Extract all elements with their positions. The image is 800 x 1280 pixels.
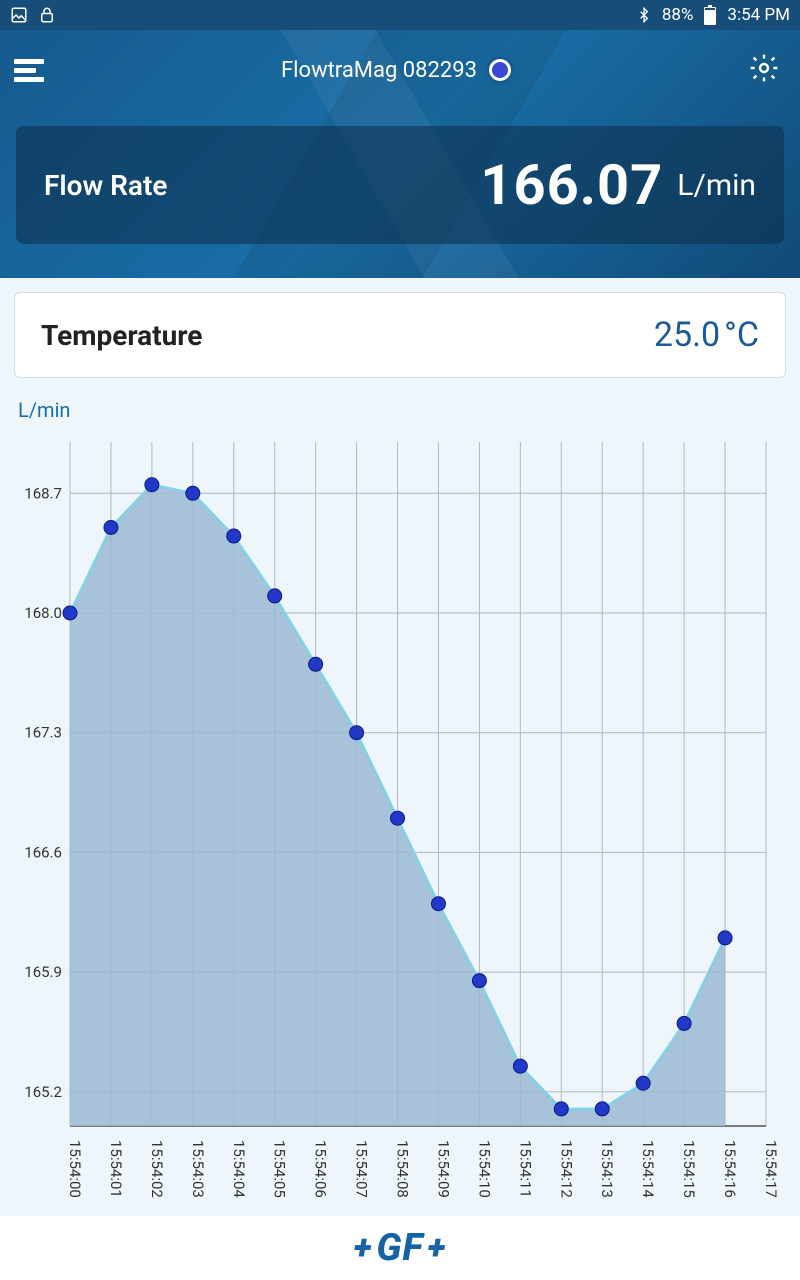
flow-rate-label: Flow Rate bbox=[44, 169, 167, 202]
svg-text:168.7: 168.7 bbox=[24, 484, 62, 502]
battery-icon bbox=[703, 5, 717, 25]
svg-text:166.6: 166.6 bbox=[24, 843, 62, 861]
settings-button[interactable] bbox=[748, 52, 780, 88]
temperature-card[interactable]: Temperature 25.0 °C bbox=[14, 292, 786, 378]
svg-text:168.0: 168.0 bbox=[24, 604, 62, 622]
svg-text:15:54:04: 15:54:04 bbox=[230, 1140, 248, 1198]
svg-text:15:54:15: 15:54:15 bbox=[680, 1140, 698, 1198]
svg-text:15:54:03: 15:54:03 bbox=[189, 1140, 207, 1198]
svg-text:15:54:10: 15:54:10 bbox=[475, 1140, 493, 1198]
svg-text:15:54:02: 15:54:02 bbox=[148, 1140, 166, 1198]
android-status-bar: 88% 3:54 PM bbox=[0, 0, 800, 30]
svg-text:15:54:08: 15:54:08 bbox=[394, 1140, 412, 1198]
image-icon bbox=[10, 6, 28, 24]
svg-text:15:54:17: 15:54:17 bbox=[762, 1140, 780, 1198]
flow-rate-unit: L/min bbox=[677, 168, 756, 203]
flow-rate-value: 166.07 bbox=[480, 152, 663, 218]
svg-text:15:54:14: 15:54:14 bbox=[639, 1140, 657, 1198]
flow-rate-card[interactable]: Flow Rate 166.07 L/min bbox=[16, 126, 784, 244]
plus-icon: + bbox=[428, 1228, 447, 1268]
svg-text:15:54:06: 15:54:06 bbox=[312, 1140, 330, 1198]
plus-icon: + bbox=[354, 1228, 373, 1268]
svg-text:15:54:12: 15:54:12 bbox=[557, 1140, 575, 1198]
gf-logo: + GF + bbox=[354, 1226, 447, 1270]
chart-y-axis-title: L/min bbox=[14, 392, 786, 432]
footer: + GF + bbox=[0, 1216, 800, 1280]
svg-text:15:54:00: 15:54:00 bbox=[66, 1140, 84, 1198]
gf-logo-text: GF bbox=[376, 1226, 423, 1270]
device-title: FlowtraMag 082293 bbox=[281, 58, 511, 83]
lock-icon bbox=[38, 6, 56, 24]
svg-text:165.2: 165.2 bbox=[24, 1083, 62, 1101]
svg-text:15:54:11: 15:54:11 bbox=[516, 1140, 534, 1198]
flow-rate-chart[interactable]: 165.2 165.9 166.6 167.3 168.0 168.7 15:54:00 15… bbox=[14, 432, 786, 1216]
svg-text:165.9: 165.9 bbox=[24, 963, 62, 981]
menu-button[interactable] bbox=[14, 55, 44, 86]
clock-time: 3:54 PM bbox=[727, 5, 790, 25]
header-area: FlowtraMag 082293 Flow Rate 166.07 L/min bbox=[0, 30, 800, 278]
svg-text:15:54:07: 15:54:07 bbox=[353, 1140, 371, 1198]
temperature-label: Temperature bbox=[41, 319, 202, 352]
device-title-text: FlowtraMag 082293 bbox=[281, 58, 477, 83]
svg-text:15:54:01: 15:54:01 bbox=[107, 1140, 125, 1198]
chart-container: L/min 165.2 165.9 166.6 167.3 168.0 168.7 15:5… bbox=[0, 392, 800, 1216]
svg-text:167.3: 167.3 bbox=[24, 724, 62, 742]
svg-text:15:54:09: 15:54:09 bbox=[434, 1140, 452, 1198]
temperature-value: 25.0 bbox=[654, 315, 720, 355]
temperature-unit: °C bbox=[724, 315, 759, 355]
svg-text:15:54:13: 15:54:13 bbox=[598, 1140, 616, 1198]
svg-text:15:54:16: 15:54:16 bbox=[721, 1140, 739, 1198]
connection-status-icon bbox=[489, 59, 511, 81]
svg-text:15:54:05: 15:54:05 bbox=[271, 1140, 289, 1198]
bluetooth-icon bbox=[636, 5, 652, 25]
battery-pct: 88% bbox=[662, 5, 694, 25]
